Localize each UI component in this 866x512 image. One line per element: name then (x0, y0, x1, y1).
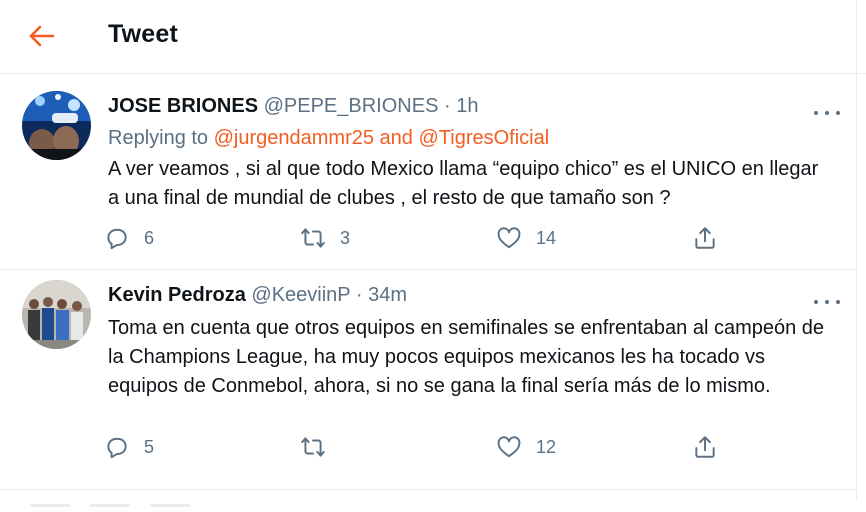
share-button[interactable] (692, 432, 718, 462)
display-name[interactable]: Kevin Pedroza (108, 284, 246, 306)
tweet[interactable]: JOSE BRIONES @PEPE_BRIONES · 1h Replying… (0, 75, 856, 270)
timestamp[interactable]: 1h (456, 95, 478, 117)
retweet-icon (301, 437, 325, 457)
back-button[interactable] (22, 18, 62, 54)
like-icon (497, 436, 521, 458)
tweet-actions: 6 3 14 (104, 223, 724, 253)
user-handle[interactable]: @KeeviinP (251, 284, 350, 306)
tweet[interactable]: Kevin Pedroza @KeeviinP · 34m Toma en cu… (0, 270, 856, 490)
reply-count: 5 (144, 436, 155, 457)
like-count: 12 (536, 436, 557, 457)
replying-to: Replying to @jurgendammr25 and @TigresOf… (108, 127, 549, 150)
more-icon (814, 300, 818, 304)
more-icon (814, 111, 818, 115)
replying-to-label: Replying to (108, 127, 209, 149)
user-handle[interactable]: @PEPE_BRIONES (264, 95, 439, 117)
separator-dot: · (355, 284, 363, 306)
separator-dot: · (443, 95, 451, 117)
tweet-text: A ver veamos , si al que todo Mexico lla… (108, 158, 819, 209)
avatar[interactable] (22, 280, 91, 349)
retweet-icon (301, 228, 325, 248)
next-tweet-edge (30, 494, 230, 507)
reply-button[interactable]: 6 (104, 223, 154, 253)
avatar[interactable] (22, 91, 91, 160)
like-icon (497, 227, 521, 249)
share-icon (695, 436, 715, 458)
reply-icon (107, 228, 127, 250)
retweet-count: 3 (340, 227, 351, 248)
reply-icon (107, 437, 127, 459)
header: Tweet (0, 0, 866, 74)
share-button[interactable] (692, 223, 718, 253)
page-title: Tweet (108, 20, 178, 48)
like-count: 14 (536, 227, 557, 248)
display-name[interactable]: JOSE BRIONES (108, 95, 258, 117)
retweet-button[interactable] (300, 432, 340, 462)
like-button[interactable]: 12 (496, 432, 556, 462)
tweet-header: JOSE BRIONES @PEPE_BRIONES · 1h (108, 95, 478, 118)
column-divider (856, 0, 857, 500)
tweet-actions: 5 12 (104, 432, 724, 462)
reply-mentions[interactable]: @jurgendammr25 and @TigresOficial (214, 127, 550, 149)
retweet-button[interactable]: 3 (300, 223, 350, 253)
like-button[interactable]: 14 (496, 223, 556, 253)
more-options-button[interactable] (814, 292, 840, 312)
more-options-button[interactable] (814, 103, 840, 123)
reply-button[interactable]: 5 (104, 432, 154, 462)
tweet-text: Toma en cuenta que otros equipos en semi… (108, 317, 825, 397)
back-arrow-icon (29, 25, 55, 47)
tweet-header: Kevin Pedroza @KeeviinP · 34m (108, 284, 407, 307)
timestamp[interactable]: 34m (368, 284, 407, 306)
reply-count: 6 (144, 227, 155, 248)
share-icon (695, 227, 715, 249)
